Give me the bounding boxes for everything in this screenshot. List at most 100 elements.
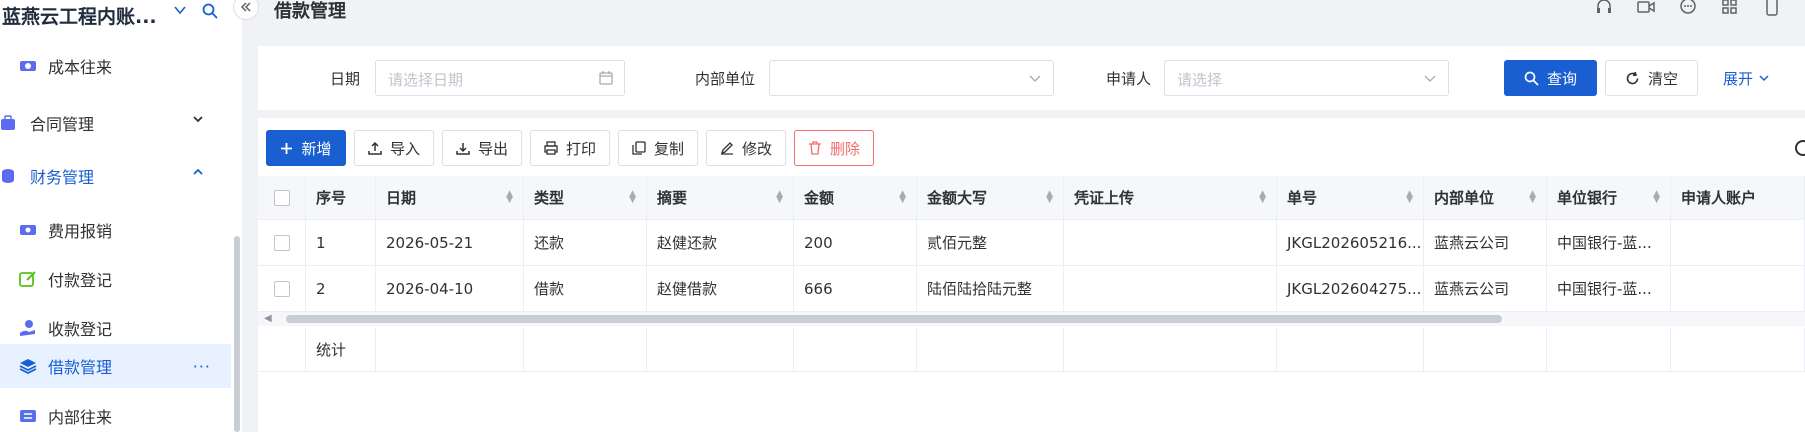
sidebar-scrollbar[interactable]	[234, 236, 240, 432]
horizontal-scrollbar[interactable]: ◀	[258, 312, 1805, 326]
chevron-down-icon	[1758, 70, 1770, 88]
sort-icon[interactable]: ▲ ▼	[506, 190, 513, 205]
import-label: 导入	[389, 139, 420, 158]
column-header[interactable]: 单位银行 ▲ ▼	[1547, 176, 1671, 219]
table-cell: 1	[306, 220, 376, 265]
grid-icon[interactable]	[1721, 0, 1739, 16]
filter-panel: 日期 请选择日期 内部单位 申请人 请选择 查询 清空 展开	[258, 46, 1805, 110]
sidebar-divider	[242, 0, 256, 432]
sidebar-item-cost-exchange[interactable]: 成本往来	[0, 44, 236, 88]
more-icon[interactable]: ···	[193, 357, 211, 376]
table-row[interactable]: 2 2026-04-10 借款 赵健借款 666 陆佰陆拾陆元整 JKGL202…	[258, 266, 1805, 312]
clear-label: 清空	[1647, 69, 1678, 88]
scrollbar-thumb[interactable]	[286, 315, 1502, 323]
add-button[interactable]: 新增	[266, 130, 346, 166]
table-cell[interactable]	[1064, 220, 1277, 265]
sidebar-item-payment[interactable]: 付款登记	[0, 257, 236, 301]
sort-icon[interactable]: ▲ ▼	[1046, 190, 1053, 205]
plus-icon	[280, 142, 293, 155]
table-cell: 蓝燕云公司	[1424, 220, 1547, 265]
internal-unit-label: 内部单位	[695, 70, 756, 88]
table-cell: 200	[794, 220, 917, 265]
column-header[interactable]: 摘要 ▲ ▼	[647, 176, 794, 219]
row-checkbox-cell[interactable]	[258, 266, 306, 311]
select-all-checkbox-cell[interactable]	[258, 176, 306, 219]
column-header[interactable]: 金额大写 ▲ ▼	[917, 176, 1064, 219]
sort-icon[interactable]: ▲ ▼	[776, 190, 783, 205]
sort-icon[interactable]: ▲ ▼	[1653, 190, 1660, 205]
date-picker[interactable]: 请选择日期	[375, 60, 625, 96]
chevron-down-icon	[192, 113, 204, 129]
table-cell	[524, 328, 647, 371]
toolbar: 新增 导入 导出 打印 复制 修改 删除	[258, 118, 1805, 176]
row-checkbox[interactable]	[273, 280, 290, 297]
sidebar: 蓝燕云工程内账... 成本往来 合同管理 财务管理 费用报销 付款登记 收款登记…	[0, 0, 242, 432]
double-chevron-left-icon	[240, 2, 251, 12]
applicant-placeholder: 请选择	[1177, 71, 1223, 89]
table-cell	[647, 328, 794, 371]
sort-icon[interactable]: ▲ ▼	[1529, 190, 1536, 205]
chevron-up-icon	[192, 166, 204, 182]
chevron-down-icon[interactable]	[172, 2, 188, 23]
refresh-icon	[1625, 71, 1640, 86]
column-header[interactable]: 金额 ▲ ▼	[794, 176, 917, 219]
print-button[interactable]: 打印	[530, 130, 610, 166]
column-header[interactable]: 申请人账户	[1671, 176, 1805, 219]
sort-icon[interactable]: ▲ ▼	[899, 190, 906, 205]
column-settings-icon[interactable]	[1795, 140, 1805, 156]
internal-unit-select[interactable]	[769, 60, 1054, 96]
upload-icon	[368, 141, 382, 155]
print-label: 打印	[565, 139, 596, 158]
scroll-left-icon[interactable]: ◀	[264, 313, 272, 324]
expand-button[interactable]: 展开	[1723, 68, 1770, 89]
column-header[interactable]: 单号 ▲ ▼	[1277, 176, 1424, 219]
applicant-select[interactable]: 请选择	[1164, 60, 1449, 96]
table-cell: 借款	[524, 266, 647, 311]
select-all-checkbox[interactable]	[273, 189, 290, 206]
table-cell: 赵健还款	[647, 220, 794, 265]
copy-button[interactable]: 复制	[618, 130, 698, 166]
printer-icon	[544, 141, 558, 155]
table-cell: 陆佰陆拾陆元整	[917, 266, 1064, 311]
query-button[interactable]: 查询	[1504, 60, 1597, 96]
table-cell	[794, 328, 917, 371]
date-label: 日期	[330, 70, 361, 88]
sidebar-item-internal[interactable]: 内部往来	[0, 394, 236, 432]
import-button[interactable]: 导入	[354, 130, 434, 166]
sidebar-item-label: 借款管理	[48, 358, 113, 377]
search-icon[interactable]	[201, 2, 219, 20]
table-cell	[1671, 220, 1805, 265]
sort-icon[interactable]: ▲ ▼	[1259, 190, 1266, 205]
table-cell	[1671, 328, 1805, 371]
video-icon[interactable]	[1637, 0, 1655, 16]
table-cell[interactable]	[1064, 266, 1277, 311]
row-checkbox-cell[interactable]	[258, 220, 306, 265]
briefcase-icon	[0, 113, 20, 133]
column-header[interactable]: 序号	[306, 176, 376, 219]
delete-label: 删除	[829, 139, 860, 158]
column-header[interactable]: 凭证上传 ▲ ▼	[1064, 176, 1277, 219]
table-cell	[1277, 328, 1424, 371]
chevron-down-icon	[1422, 70, 1438, 86]
row-checkbox[interactable]	[273, 234, 290, 251]
modify-button[interactable]: 修改	[706, 130, 786, 166]
sidebar-item-contract[interactable]: 合同管理	[0, 101, 236, 145]
chat-icon[interactable]	[1679, 0, 1697, 16]
money-exchange-icon	[18, 56, 38, 76]
column-header[interactable]: 内部单位 ▲ ▼	[1424, 176, 1547, 219]
column-header[interactable]: 类型 ▲ ▼	[524, 176, 647, 219]
table-cell: JKGL202605216...	[1277, 220, 1424, 265]
headset-icon[interactable]	[1595, 0, 1613, 16]
export-button[interactable]: 导出	[442, 130, 522, 166]
table-cell: 2	[306, 266, 376, 311]
sort-icon[interactable]: ▲ ▼	[629, 190, 636, 205]
clear-button[interactable]: 清空	[1605, 60, 1698, 96]
sort-icon[interactable]: ▲ ▼	[1406, 190, 1413, 205]
table-row[interactable]: 1 2026-05-21 还款 赵健还款 200 贰佰元整 JKGL202605…	[258, 220, 1805, 266]
delete-button[interactable]: 删除	[794, 130, 874, 166]
sidebar-item-loan[interactable]: 借款管理 ···	[0, 344, 231, 388]
sidebar-item-finance[interactable]: 财务管理	[0, 154, 236, 198]
phone-icon[interactable]	[1763, 0, 1781, 16]
sidebar-item-expense[interactable]: 费用报销	[0, 208, 236, 252]
column-header[interactable]: 日期 ▲ ▼	[376, 176, 524, 219]
